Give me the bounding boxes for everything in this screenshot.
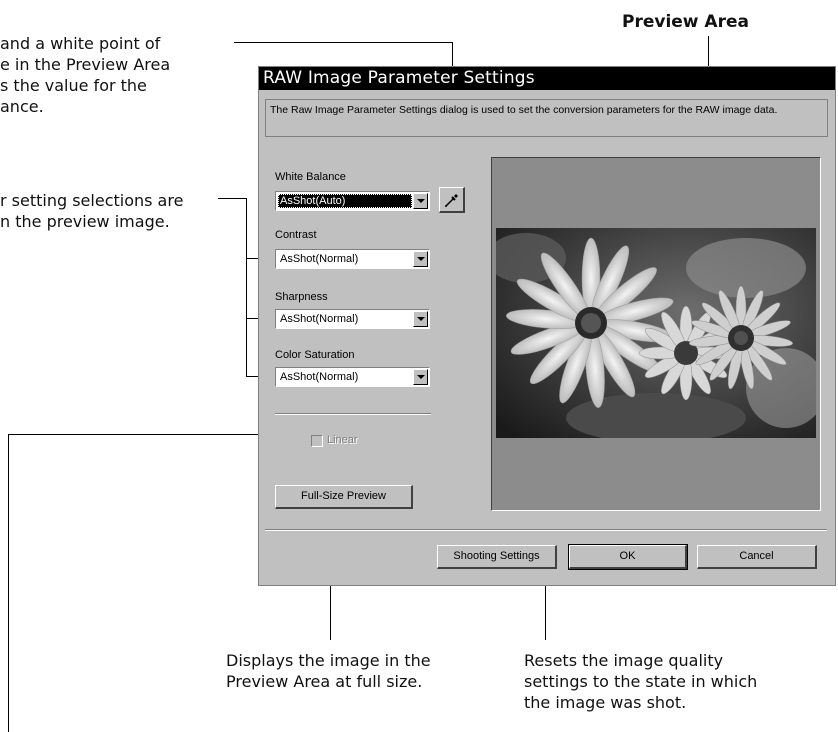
color-saturation-label: Color Saturation [275, 349, 355, 361]
linear-label: Linear [327, 434, 358, 446]
sharpness-select[interactable]: AsShot(Normal) [275, 309, 430, 329]
flower-photo [496, 228, 816, 438]
contrast-label: Contrast [275, 229, 317, 241]
white-balance-value: AsShot(Auto) [278, 194, 412, 208]
callout-selections-h [218, 198, 246, 199]
manual-page: { "annotations": { "preview_area_label":… [0, 0, 838, 732]
white-balance-label: White Balance [275, 171, 346, 183]
shooting-settings-button[interactable]: Shooting Settings [437, 545, 557, 569]
white-point-note: and a white point of e in the Preview Ar… [0, 34, 171, 116]
selection-preview-note: r setting selections are n the preview i… [0, 191, 184, 231]
chevron-down-icon[interactable] [413, 369, 428, 385]
chevron-down-icon[interactable] [413, 311, 428, 327]
full-size-preview-note: Displays the image in the Preview Area a… [226, 651, 431, 691]
preview-image [496, 228, 816, 438]
callout-eyedropper-h [234, 42, 452, 43]
color-saturation-select[interactable]: AsShot(Normal) [275, 367, 430, 387]
contrast-select[interactable]: AsShot(Normal) [275, 249, 430, 269]
full-size-preview-button[interactable]: Full-Size Preview [275, 485, 413, 509]
contrast-value: AsShot(Normal) [280, 253, 359, 265]
left-separator [275, 413, 431, 415]
callout-selections-v [246, 198, 247, 376]
preview-area [491, 157, 821, 511]
linear-checkbox[interactable] [311, 435, 323, 447]
ok-label: OK [619, 550, 636, 562]
raw-image-parameter-dialog: RAW Image Parameter Settings The Raw Ima… [258, 66, 836, 586]
color-saturation-value: AsShot(Normal) [280, 371, 359, 383]
chevron-down-icon[interactable] [413, 193, 428, 209]
eyedropper-button[interactable] [439, 187, 465, 213]
ok-button[interactable]: OK [568, 544, 688, 570]
preview-area-caption: Preview Area [622, 12, 749, 32]
eyedropper-icon [444, 194, 458, 207]
cancel-label: Cancel [739, 550, 774, 562]
chevron-down-icon[interactable] [413, 251, 428, 267]
cancel-button[interactable]: Cancel [697, 545, 817, 569]
dialog-description: The Raw Image Parameter Settings dialog … [265, 99, 828, 137]
sharpness-label: Sharpness [275, 291, 328, 303]
shooting-settings-note: Resets the image quality settings to the… [524, 651, 758, 712]
bottom-separator [265, 529, 827, 531]
callout-linear-v [8, 434, 9, 732]
white-balance-select[interactable]: AsShot(Auto) [275, 191, 430, 211]
dialog-title: RAW Image Parameter Settings [259, 67, 835, 90]
shooting-settings-label: Shooting Settings [453, 550, 540, 562]
full-size-preview-label: Full-Size Preview [301, 490, 386, 502]
sharpness-value: AsShot(Normal) [280, 313, 359, 325]
